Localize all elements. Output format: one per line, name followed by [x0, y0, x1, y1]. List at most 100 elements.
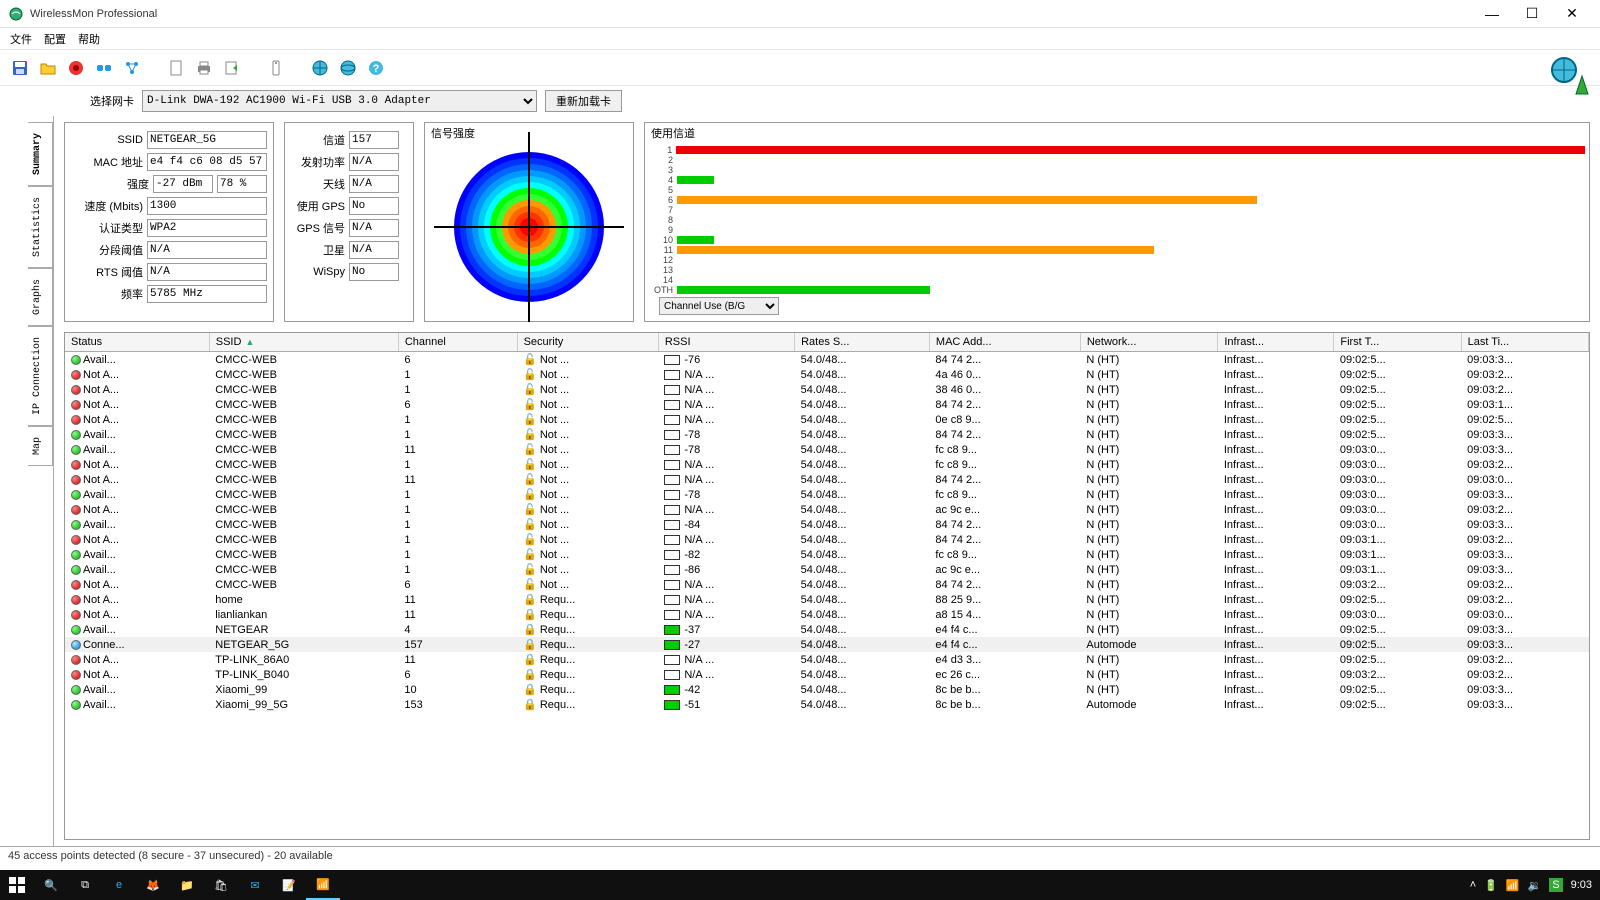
ssid-field[interactable] [147, 131, 267, 149]
tab-ip-connection[interactable]: IP Connection [28, 326, 53, 426]
col-channel[interactable]: Channel [398, 333, 517, 352]
tray-wifi-icon[interactable]: 📶 [1506, 879, 1520, 892]
ap-row[interactable]: Not A...TP-LINK_86A011🔒 Requ...N/A ...54… [65, 652, 1589, 667]
app-icon [8, 6, 24, 22]
globe1-icon[interactable] [308, 56, 332, 80]
nodes-icon[interactable] [120, 56, 144, 80]
close-button[interactable]: ✕ [1552, 5, 1592, 22]
ap-row[interactable]: Conne...NETGEAR_5G157🔒 Requ...-2754.0/48… [65, 637, 1589, 652]
ap-row[interactable]: Not A...CMCC-WEB6🔓 Not ...N/A ...54.0/48… [65, 577, 1589, 592]
save-icon[interactable] [8, 56, 32, 80]
menu-file[interactable]: 文件 [10, 31, 32, 47]
ap-row[interactable]: Avail...CMCC-WEB11🔓 Not ...-7854.0/48...… [65, 442, 1589, 457]
frag-field[interactable] [147, 241, 267, 259]
ap-row[interactable]: Not A...CMCC-WEB1🔓 Not ...N/A ...54.0/48… [65, 502, 1589, 517]
help-icon[interactable]: ? [364, 56, 388, 80]
svg-text:?: ? [373, 63, 380, 75]
app-taskbar-icon[interactable]: 📶 [306, 870, 340, 900]
doc-icon[interactable] [164, 56, 188, 80]
window-title: WirelessMon Professional [30, 8, 1472, 20]
ap-row[interactable]: Not A...CMCC-WEB1🔓 Not ...N/A ...54.0/48… [65, 532, 1589, 547]
col-network[interactable]: Network... [1080, 333, 1217, 352]
menu-config[interactable]: 配置 [44, 31, 66, 47]
ap-row[interactable]: Not A...CMCC-WEB1🔓 Not ...N/A ...54.0/48… [65, 457, 1589, 472]
antenna-field[interactable] [349, 175, 399, 193]
explorer-icon[interactable]: 📁 [170, 870, 204, 900]
freq-field[interactable] [147, 285, 267, 303]
taskview-icon[interactable]: ⧉ [68, 870, 102, 900]
ap-row[interactable]: Avail...Xiaomi_9910🔒 Requ...-4254.0/48..… [65, 682, 1589, 697]
store-icon[interactable]: 🛍 [204, 870, 238, 900]
firefox-icon[interactable]: 🦊 [136, 870, 170, 900]
gps-field[interactable] [349, 197, 399, 215]
wispy-field[interactable] [349, 263, 399, 281]
record-icon[interactable] [64, 56, 88, 80]
mac-field[interactable] [147, 153, 267, 171]
speed-field[interactable] [147, 197, 267, 215]
ap-row[interactable]: Not A...CMCC-WEB6🔓 Not ...N/A ...54.0/48… [65, 397, 1589, 412]
export-icon[interactable] [220, 56, 244, 80]
ap-row[interactable]: Not A...CMCC-WEB1🔓 Not ...N/A ...54.0/48… [65, 367, 1589, 382]
ap-grid[interactable]: StatusSSID▲ChannelSecurityRSSIRates S...… [64, 332, 1590, 840]
menu-help[interactable]: 帮助 [78, 31, 100, 47]
ap-row[interactable]: Avail...CMCC-WEB1🔓 Not ...-8654.0/48...a… [65, 562, 1589, 577]
minimize-button[interactable]: — [1472, 6, 1512, 22]
tray-ime-icon[interactable]: S [1549, 878, 1562, 892]
ap-row[interactable]: Not A...CMCC-WEB11🔓 Not ...N/A ...54.0/4… [65, 472, 1589, 487]
toolbar: ? [0, 50, 1600, 86]
ap-row[interactable]: Avail...CMCC-WEB1🔓 Not ...-7854.0/48...f… [65, 487, 1589, 502]
channel-use-select[interactable]: Channel Use (B/G [659, 297, 779, 315]
txpwr-field[interactable] [349, 153, 399, 171]
col-ssid[interactable]: SSID▲ [209, 333, 398, 352]
ap-row[interactable]: Not A...lianliankan11🔒 Requ...N/A ...54.… [65, 607, 1589, 622]
col-firstt[interactable]: First T... [1334, 333, 1461, 352]
col-infrast[interactable]: Infrast... [1218, 333, 1334, 352]
clock[interactable]: 9:03 [1571, 879, 1592, 891]
link-icon[interactable] [92, 56, 116, 80]
print-icon[interactable] [192, 56, 216, 80]
tray-volume-icon[interactable]: 🔉 [1528, 879, 1542, 892]
device-icon[interactable] [264, 56, 288, 80]
ap-row[interactable]: Avail...CMCC-WEB1🔓 Not ...-7854.0/48...8… [65, 427, 1589, 442]
signal-panel: 信号强度 [424, 122, 634, 322]
col-lastti[interactable]: Last Ti... [1461, 333, 1588, 352]
ap-row[interactable]: Avail...CMCC-WEB1🔓 Not ...-8454.0/48...8… [65, 517, 1589, 532]
tab-statistics[interactable]: Statistics [28, 186, 53, 268]
sat-field[interactable] [349, 241, 399, 259]
auth-field[interactable] [147, 219, 267, 237]
col-rssi[interactable]: RSSI [658, 333, 794, 352]
search-icon[interactable]: 🔍 [34, 870, 68, 900]
ap-row[interactable]: Not A...home11🔒 Requ...N/A ...54.0/48...… [65, 592, 1589, 607]
tab-graphs[interactable]: Graphs [28, 268, 53, 326]
ap-row[interactable]: Not A...CMCC-WEB1🔓 Not ...N/A ...54.0/48… [65, 382, 1589, 397]
mail-icon[interactable]: ✉ [238, 870, 272, 900]
ap-row[interactable]: Not A...TP-LINK_B0406🔒 Requ...N/A ...54.… [65, 667, 1589, 682]
open-icon[interactable] [36, 56, 60, 80]
channel-field[interactable] [349, 131, 399, 149]
maximize-button[interactable]: ☐ [1512, 5, 1552, 22]
start-button[interactable] [0, 870, 34, 900]
strength-pct-field[interactable] [217, 175, 267, 193]
rts-field[interactable] [147, 263, 267, 281]
titlebar: WirelessMon Professional — ☐ ✕ [0, 0, 1600, 28]
edge-icon[interactable]: e [102, 870, 136, 900]
ap-row[interactable]: Not A...CMCC-WEB1🔓 Not ...N/A ...54.0/48… [65, 412, 1589, 427]
ap-row[interactable]: Avail...CMCC-WEB1🔓 Not ...-8254.0/48...f… [65, 547, 1589, 562]
ap-row[interactable]: Avail...Xiaomi_99_5G153🔒 Requ...-5154.0/… [65, 697, 1589, 712]
ap-row[interactable]: Avail...CMCC-WEB6🔓 Not ...-7654.0/48...8… [65, 352, 1589, 368]
col-ratess[interactable]: Rates S... [795, 333, 930, 352]
gpssig-field[interactable] [349, 219, 399, 237]
strength-field[interactable] [153, 175, 213, 193]
col-security[interactable]: Security [517, 333, 658, 352]
adapter-select[interactable]: D-Link DWA-192 AC1900 Wi-Fi USB 3.0 Adap… [142, 90, 537, 112]
tray-battery-icon[interactable]: 🔋 [1484, 879, 1498, 892]
col-status[interactable]: Status [65, 333, 209, 352]
ap-row[interactable]: Avail...NETGEAR4🔒 Requ...-3754.0/48...e4… [65, 622, 1589, 637]
notes-icon[interactable]: 📝 [272, 870, 306, 900]
globe2-icon[interactable] [336, 56, 360, 80]
reload-button[interactable]: 重新加载卡 [545, 90, 622, 112]
tab-summary[interactable]: Summary [28, 122, 53, 186]
col-macadd[interactable]: MAC Add... [929, 333, 1080, 352]
tab-map[interactable]: Map [28, 426, 53, 466]
tray-up-icon[interactable]: ˄ [1470, 879, 1476, 891]
